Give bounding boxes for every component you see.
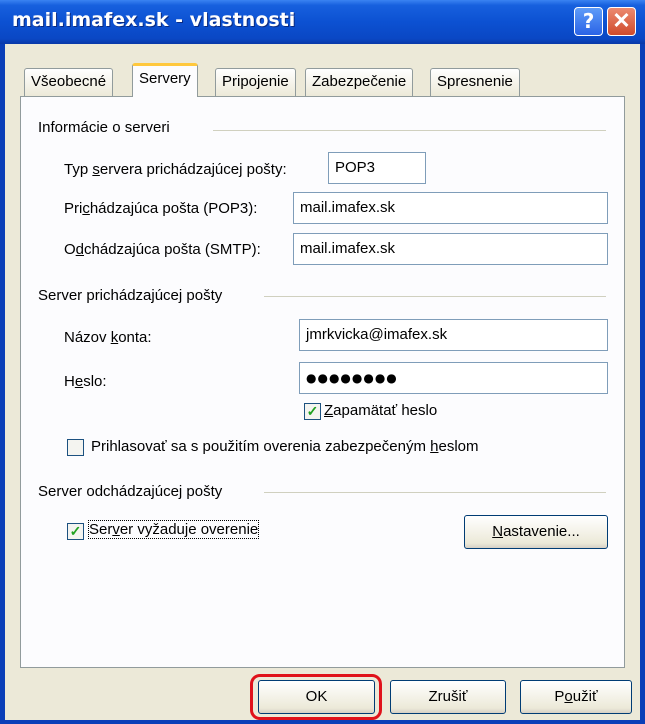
incoming-server-input[interactable]: mail.imafex.sk	[293, 192, 608, 224]
settings-button[interactable]: Nastavenie...	[464, 515, 608, 549]
outgoing-server-input[interactable]: mail.imafex.sk	[293, 233, 608, 265]
tab-servery[interactable]: Servery	[132, 63, 198, 97]
close-icon: ✕	[612, 8, 631, 33]
server-requires-auth-label[interactable]: Server vyžaduje overenie	[87, 520, 260, 539]
tab-label: Zabezpečenie	[312, 73, 407, 90]
account-name-input[interactable]: jmrkvicka@imafex.sk	[299, 319, 608, 351]
apply-button[interactable]: Použiť	[520, 680, 632, 714]
tab-pripojenie[interactable]: Pripojenie	[215, 68, 296, 96]
help-button[interactable]: ?	[574, 7, 603, 36]
tab-label: Spresnenie	[437, 73, 513, 90]
server-requires-auth-checkbox[interactable]: ✓	[67, 523, 84, 540]
title-bar[interactable]: mail.imafex.sk - vlastnosti ? ✕	[0, 0, 645, 44]
server-type-label: Typ servera prichádzajúcej pošty:	[64, 161, 287, 178]
tab-label: Servery	[139, 70, 191, 87]
group-divider	[264, 296, 606, 297]
tab-spresnenie[interactable]: Spresnenie	[430, 68, 520, 96]
remember-password-label[interactable]: Zapamätať heslo	[324, 402, 437, 419]
tab-label: Všeobecné	[31, 73, 107, 90]
tab-label: Pripojenie	[222, 73, 289, 90]
tab-vseobecne[interactable]: Všeobecné	[24, 68, 114, 96]
help-icon: ?	[582, 9, 595, 33]
account-name-label: Názov konta:	[64, 329, 152, 346]
password-input[interactable]: ●●●●●●●●	[299, 362, 608, 394]
window-title: mail.imafex.sk - vlastnosti	[12, 9, 296, 31]
spa-label[interactable]: Prihlasovať sa s použitím overenia zabez…	[91, 438, 479, 455]
servers-tab-panel: Informácie o serveri Typ servera prichád…	[20, 96, 625, 668]
group-divider	[213, 130, 606, 131]
tab-zabezpecenie[interactable]: Zabezpečenie	[305, 68, 414, 96]
dialog-window: mail.imafex.sk - vlastnosti ? ✕ Všeobecn…	[0, 0, 645, 724]
outgoing-group-label: Server odchádzajúcej pošty	[38, 483, 223, 500]
server-type-value: POP3	[328, 152, 426, 184]
incoming-group-label: Server prichádzajúcej pošty	[38, 287, 223, 304]
group-divider	[264, 492, 606, 493]
cancel-button[interactable]: Zrušiť	[390, 680, 506, 714]
spa-checkbox[interactable]	[67, 439, 84, 456]
outgoing-server-label: Odchádzajúca pošta (SMTP):	[64, 241, 261, 258]
remember-password-checkbox[interactable]: ✓	[304, 403, 321, 420]
server-info-group-label: Informácie o serveri	[38, 119, 170, 136]
ok-button-highlight-annotation	[250, 674, 382, 720]
incoming-server-label: Prichádzajúca pošta (POP3):	[64, 200, 258, 217]
password-label: Heslo:	[64, 373, 107, 390]
close-button[interactable]: ✕	[607, 7, 636, 36]
